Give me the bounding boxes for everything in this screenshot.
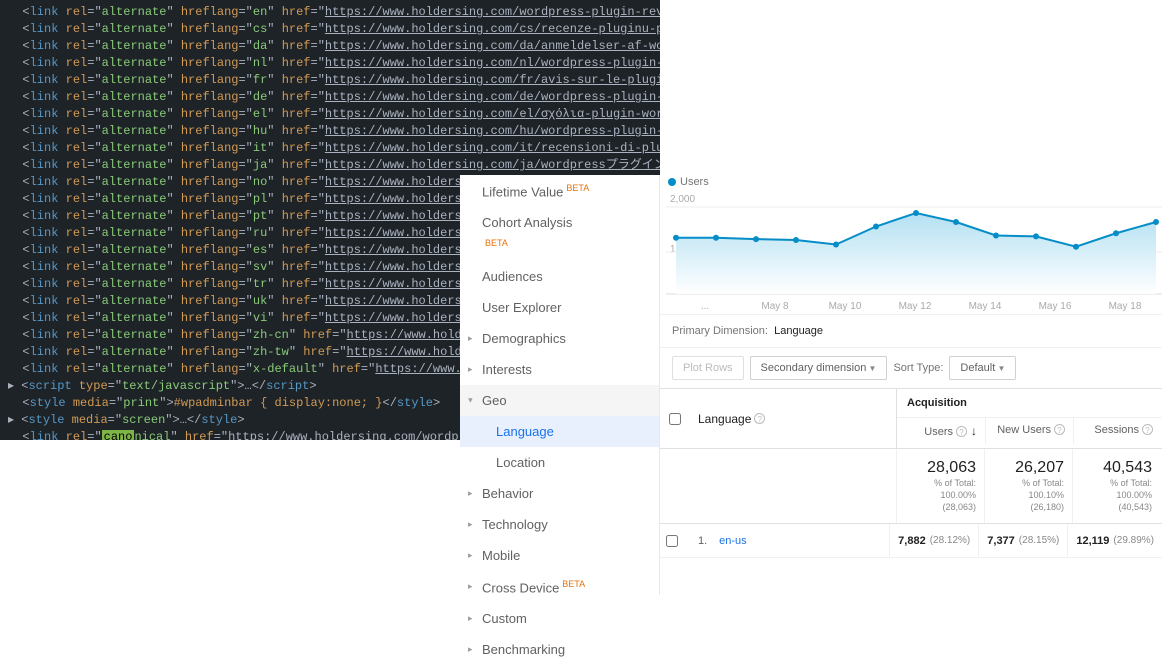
chevron-right-icon: ▸ bbox=[468, 364, 473, 375]
analytics-sidebar: Lifetime ValueBETACohort AnalysisBETAAud… bbox=[460, 175, 660, 595]
sidebar-item-mobile[interactable]: ▸ Mobile bbox=[460, 540, 659, 571]
x-label: May 8 bbox=[740, 301, 810, 312]
beta-badge: BETA bbox=[566, 183, 589, 193]
total-cell: 28,063% of Total:100.00%(28,063) bbox=[896, 449, 984, 523]
sidebar-item-behavior[interactable]: ▸ Behavior bbox=[460, 478, 659, 509]
data-cell: 7,882(28.12%) bbox=[889, 524, 978, 557]
help-icon[interactable]: ? bbox=[1142, 424, 1153, 435]
sidebar-item-label: Custom bbox=[482, 611, 527, 626]
data-table: Language? Acquisition Users?↓New Users?S… bbox=[660, 389, 1162, 558]
chevron-right-icon: ▸ bbox=[468, 395, 473, 406]
x-label: May 14 bbox=[950, 301, 1020, 312]
sidebar-item-benchmarking[interactable]: ▸ Benchmarking bbox=[460, 634, 659, 665]
plot-rows-button: Plot Rows bbox=[672, 356, 744, 380]
sidebar-item-custom[interactable]: ▸ Custom bbox=[460, 603, 659, 634]
sidebar-item-lifetime-value[interactable]: Lifetime ValueBETA bbox=[460, 175, 659, 207]
chevron-right-icon: ▸ bbox=[468, 644, 473, 655]
x-axis-labels: ...May 8May 10May 12May 14May 16May 18M bbox=[670, 301, 1162, 312]
sidebar-item-audiences[interactable]: Audiences bbox=[460, 261, 659, 292]
chevron-right-icon: ▸ bbox=[468, 519, 473, 530]
data-cell: 7,377(28.15%) bbox=[978, 524, 1067, 557]
sort-type-label: Sort Type: bbox=[893, 362, 943, 374]
chart-area: Users 2,000 1,000 ...May 8May 10May 12Ma… bbox=[660, 170, 1162, 315]
table-row: 1. en-us 7,882(28.12%)7,377(28.15%)12,119(… bbox=[660, 524, 1162, 558]
table-header: Language? Acquisition Users?↓New Users?S… bbox=[660, 389, 1162, 449]
sidebar-item-label: Mobile bbox=[482, 548, 520, 563]
secondary-dimension-dropdown[interactable]: Secondary dimension bbox=[750, 356, 888, 380]
chevron-right-icon: ▸ bbox=[468, 488, 473, 499]
sidebar-item-label: Behavior bbox=[482, 486, 533, 501]
total-cell: 40,543% of Total:100.00% (40,543) bbox=[1072, 449, 1160, 523]
total-cell: 26,207% of Total:100.10%(26,180) bbox=[984, 449, 1072, 523]
sidebar-item-language[interactable]: Language bbox=[460, 416, 659, 447]
sidebar-item-label: Demographics bbox=[482, 331, 566, 346]
x-label: May 18 bbox=[1090, 301, 1160, 312]
row-checkbox[interactable] bbox=[666, 535, 678, 547]
chevron-right-icon: ▸ bbox=[468, 581, 473, 592]
language-link[interactable]: en-us bbox=[719, 535, 747, 547]
chevron-right-icon: ▸ bbox=[468, 550, 473, 561]
table-controls: Plot Rows Secondary dimension Sort Type:… bbox=[660, 348, 1162, 389]
metric-header-users[interactable]: Users?↓ bbox=[897, 418, 985, 444]
sidebar-item-label: Language bbox=[496, 424, 554, 439]
header-checkbox-cell bbox=[660, 389, 690, 448]
row-index: 1. bbox=[683, 535, 713, 547]
sidebar-item-location[interactable]: Location bbox=[460, 447, 659, 478]
sidebar-item-cohort-analysis[interactable]: Cohort Analysis bbox=[460, 207, 659, 238]
sidebar-item-label: Interests bbox=[482, 362, 532, 377]
sidebar-item-user-explorer[interactable]: User Explorer bbox=[460, 292, 659, 323]
metric-header-new-users[interactable]: New Users? bbox=[985, 418, 1073, 444]
metric-header-sessions[interactable]: Sessions? bbox=[1073, 418, 1161, 444]
chevron-right-icon: ▸ bbox=[468, 333, 473, 344]
totals-row: 28,063% of Total:100.00%(28,063)26,207% … bbox=[660, 449, 1162, 524]
select-all-checkbox[interactable] bbox=[669, 413, 681, 425]
row-checkbox-cell bbox=[660, 535, 683, 547]
sort-type-dropdown[interactable]: Default bbox=[949, 356, 1016, 380]
sidebar-item-label: Technology bbox=[482, 517, 548, 532]
x-label: May 12 bbox=[880, 301, 950, 312]
sidebar-item-label: Geo bbox=[482, 393, 507, 408]
beta-badge: BETA bbox=[562, 579, 585, 589]
chart-svg bbox=[666, 182, 1162, 302]
help-icon[interactable]: ? bbox=[956, 426, 967, 437]
sidebar-item-demographics[interactable]: ▸ Demographics bbox=[460, 323, 659, 354]
language-cell: en-us bbox=[713, 535, 889, 547]
x-label: ... bbox=[670, 301, 740, 312]
primary-dimension-row: Primary Dimension: Language bbox=[660, 315, 1162, 348]
sidebar-item-label: Benchmarking bbox=[482, 642, 565, 657]
language-column-header[interactable]: Language? bbox=[690, 389, 896, 448]
sidebar-item-interests[interactable]: ▸ Interests bbox=[460, 354, 659, 385]
acquisition-header: Acquisition bbox=[897, 389, 1162, 418]
sidebar-item-geo[interactable]: ▸ Geo bbox=[460, 385, 659, 416]
help-icon[interactable]: ? bbox=[754, 413, 765, 424]
sidebar-item-label: Cohort Analysis bbox=[482, 215, 572, 230]
chevron-right-icon: ▸ bbox=[468, 613, 473, 624]
sidebar-item-label: User Explorer bbox=[482, 300, 561, 315]
sidebar-item-label: Lifetime Value bbox=[482, 184, 563, 199]
sort-down-icon: ↓ bbox=[971, 424, 977, 438]
acquisition-group: Acquisition Users?↓New Users?Sessions? bbox=[896, 389, 1162, 448]
analytics-panel: Users 2,000 1,000 ...May 8May 10May 12Ma… bbox=[660, 170, 1162, 595]
x-label: May 10 bbox=[810, 301, 880, 312]
sidebar-item-technology[interactable]: ▸ Technology bbox=[460, 509, 659, 540]
data-cell: 12,119(29.89%) bbox=[1067, 524, 1162, 557]
x-label: May 16 bbox=[1020, 301, 1090, 312]
sidebar-item-label: Location bbox=[496, 455, 545, 470]
help-icon[interactable]: ? bbox=[1054, 424, 1065, 435]
primary-dim-label: Primary Dimension: bbox=[672, 325, 768, 337]
beta-badge: BETA bbox=[485, 238, 508, 248]
sidebar-item-label: Audiences bbox=[482, 269, 543, 284]
sidebar-item-cross-device[interactable]: ▸ Cross DeviceBETA bbox=[460, 571, 659, 603]
primary-dim-value[interactable]: Language bbox=[774, 325, 823, 337]
sidebar-item-label: Cross Device bbox=[482, 580, 559, 595]
